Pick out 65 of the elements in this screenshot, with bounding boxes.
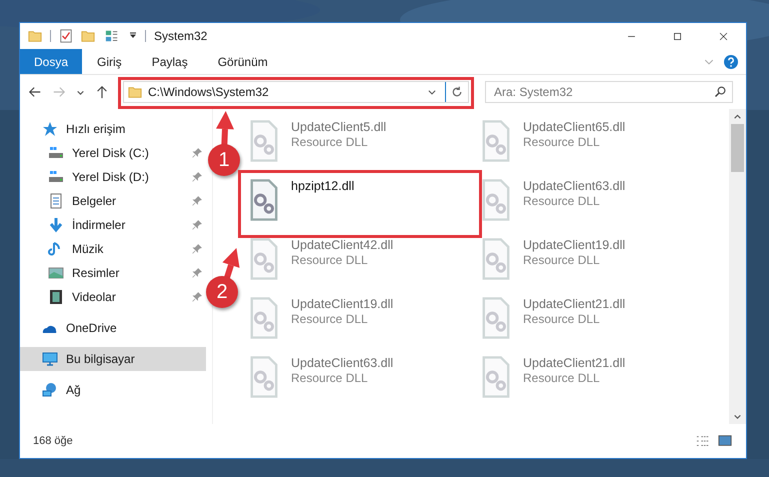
scroll-up-icon[interactable]	[733, 112, 742, 121]
sidebar-item[interactable]: Videolar	[20, 285, 206, 309]
scroll-down-icon[interactable]	[733, 412, 742, 421]
star-icon	[42, 121, 58, 137]
gear-file-icon	[481, 237, 511, 281]
drive-icon	[48, 145, 64, 161]
file-item[interactable]: hpzipt12.dll	[249, 178, 471, 230]
maximize-icon	[672, 30, 682, 42]
gear-file-icon	[249, 119, 279, 163]
file-item[interactable]: UpdateClient19.dll Resource DLL	[249, 296, 471, 348]
gear-file-icon	[249, 296, 279, 340]
search-field[interactable]: Ara: System32	[485, 81, 733, 103]
ribbon-tab[interactable]: Görünüm	[202, 49, 283, 74]
file-item[interactable]: UpdateClient63.dll Resource DLL	[481, 178, 703, 230]
gear-file-icon	[481, 178, 511, 222]
details-view-icon[interactable]	[695, 434, 711, 448]
file-item[interactable]: UpdateClient5.dll Resource DLL	[249, 119, 471, 171]
large-icons-view-icon[interactable]	[717, 434, 733, 448]
help-icon[interactable]	[724, 54, 738, 68]
close-icon	[718, 30, 728, 42]
download-arrow-icon	[48, 217, 64, 233]
file-item[interactable]: UpdateClient63.dll Resource DLL	[249, 355, 471, 407]
sidebar-item[interactable]: Belgeler	[20, 189, 206, 213]
sidebar-item[interactable]: Hızlı erişim	[20, 117, 206, 141]
gear-file-icon	[481, 119, 511, 163]
sidebar-item[interactable]: Resimler	[20, 261, 206, 285]
search-icon	[714, 86, 726, 98]
film-icon	[48, 289, 64, 305]
back-arrow-icon[interactable]	[28, 85, 42, 99]
sidebar-item[interactable]: Müzik	[20, 237, 206, 261]
drive-icon	[48, 169, 64, 185]
scroll-thumb[interactable]	[731, 124, 744, 172]
scrollbar[interactable]	[729, 109, 746, 424]
file-item[interactable]: UpdateClient21.dll Resource DLL	[481, 355, 703, 407]
dropdown-icon[interactable]	[129, 32, 137, 40]
up-arrow-icon[interactable]	[95, 85, 109, 99]
sidebar-item[interactable]: Yerel Disk (C:)	[20, 141, 206, 165]
address-bar[interactable]: C:\Windows\System32	[123, 81, 469, 103]
gear-file-icon	[481, 296, 511, 340]
ribbon-tab[interactable]: Paylaş	[136, 49, 203, 74]
gear-file-icon	[249, 178, 279, 222]
document-icon	[48, 193, 64, 209]
sidebar-item[interactable]: OneDrive	[20, 316, 206, 340]
monitor-icon	[42, 351, 58, 367]
gear-file-icon	[249, 237, 279, 281]
sidebar-item[interactable]: Bu bilgisayar	[20, 347, 206, 371]
sidebar-item[interactable]: Ağ	[20, 378, 206, 402]
file-item[interactable]: UpdateClient21.dll Resource DLL	[481, 296, 703, 348]
file-item[interactable]: UpdateClient65.dll Resource DLL	[481, 119, 703, 171]
file-item[interactable]: UpdateClient42.dll Resource DLL	[249, 237, 471, 289]
ribbon-tab[interactable]: Giriş	[82, 49, 137, 74]
network-icon	[42, 382, 58, 398]
ribbon-tab[interactable]: Dosya	[20, 49, 82, 74]
folder-icon	[28, 29, 42, 43]
picture-icon	[48, 265, 64, 281]
window-title: System32	[154, 28, 208, 45]
refresh-icon[interactable]	[451, 86, 463, 98]
gear-file-icon	[481, 355, 511, 399]
item-count: 168 öğe	[33, 434, 73, 449]
gear-file-icon	[249, 355, 279, 399]
folder-icon	[128, 85, 142, 99]
file-item[interactable]: UpdateClient19.dll Resource DLL	[481, 237, 703, 289]
sidebar-item[interactable]: İndirmeler	[20, 213, 206, 237]
checklist-icon[interactable]	[59, 29, 73, 43]
sidebar-item[interactable]: Yerel Disk (D:)	[20, 165, 206, 189]
